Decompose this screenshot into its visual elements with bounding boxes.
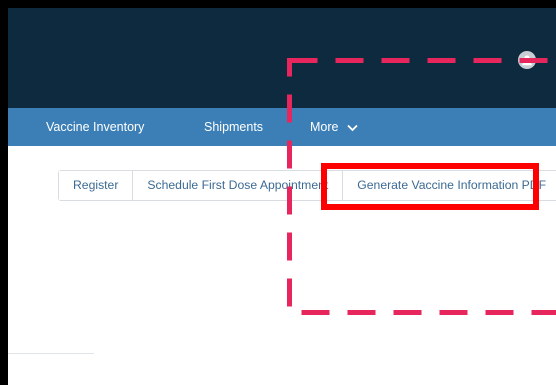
nav-item-label: Vaccine Inventory (46, 120, 145, 134)
nav-item-more[interactable]: More (310, 108, 358, 146)
generate-pdf-button[interactable]: Generate Vaccine Information PDF (343, 171, 556, 200)
chevron-down-icon (347, 124, 358, 132)
nav-item-vaccine-inventory[interactable]: Vaccine Inventory (46, 108, 144, 146)
schedule-first-dose-button[interactable]: Schedule First Dose Appointment (133, 171, 344, 200)
action-button-group: Register Schedule First Dose Appointment… (58, 170, 556, 201)
nav-item-label: More (310, 120, 339, 134)
nav-item-shipments[interactable]: Shipments (204, 108, 263, 146)
nav-item-label: Shipments (204, 120, 264, 134)
main-nav: Vaccine Inventory Shipments More (8, 108, 556, 146)
user-avatar-icon[interactable] (518, 51, 536, 69)
app-frame: Vaccine Inventory Shipments More Registe… (8, 8, 556, 385)
top-header (8, 8, 556, 108)
register-button[interactable]: Register (59, 171, 134, 200)
divider (8, 353, 94, 354)
